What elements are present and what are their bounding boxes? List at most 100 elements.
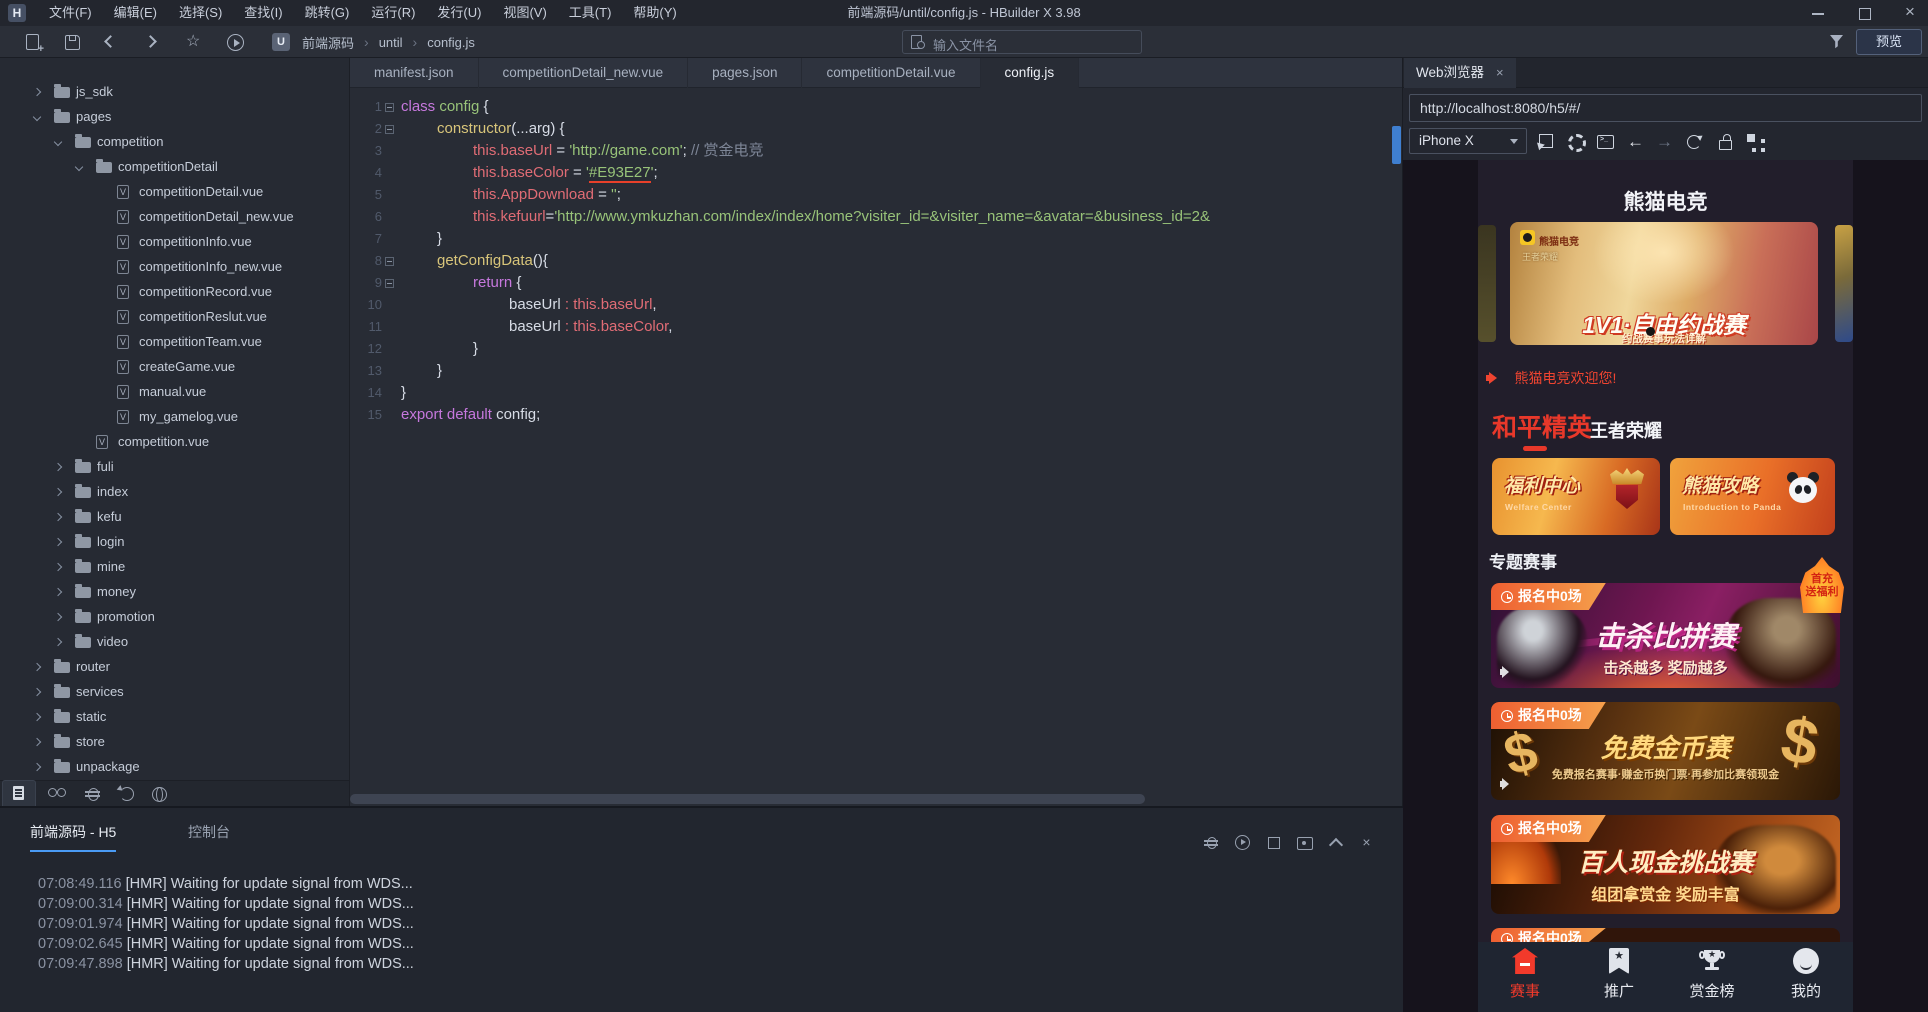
card-panda-guide[interactable]: 熊猫攻略 Introduction to Panda [1670, 458, 1835, 535]
sidebar-item-pages[interactable]: pages [0, 105, 349, 130]
sync-view-icon[interactable] [118, 785, 138, 803]
filter-funnel-icon[interactable] [1830, 35, 1843, 49]
url-input[interactable]: http://localhost:8080/h5/#/ [1409, 94, 1922, 122]
console-stop-icon[interactable] [1265, 834, 1282, 851]
console-snapshot-icon[interactable] [1296, 834, 1313, 851]
chevron-right-icon[interactable] [54, 613, 62, 621]
sidebar-item-services[interactable]: services [0, 680, 349, 705]
sidebar-item-js_sdk[interactable]: js_sdk [0, 80, 349, 105]
chevron-right-icon[interactable] [54, 538, 62, 546]
chevron-right-icon[interactable] [33, 663, 41, 671]
sidebar-item-money[interactable]: money [0, 580, 349, 605]
menu-item-运[interactable]: 运行(R) [360, 0, 426, 26]
minimize-icon[interactable] [1808, 4, 1830, 22]
sidebar-item-competitionDetail[interactable]: competitionDetail [0, 155, 349, 180]
chevron-right-icon[interactable] [54, 638, 62, 646]
console-restart-icon[interactable] [1234, 834, 1251, 851]
maximize-icon[interactable] [1854, 4, 1876, 22]
gear-icon[interactable] [1567, 133, 1585, 151]
back-icon[interactable] [104, 35, 117, 48]
console-tab-app[interactable]: 前端源码 - H5 [30, 822, 116, 842]
sidebar-item-index[interactable]: index [0, 480, 349, 505]
devtools-console-icon[interactable] [1596, 133, 1614, 151]
web-view-icon[interactable] [150, 785, 170, 803]
chevron-right-icon[interactable] [54, 563, 62, 571]
fold-marker-icon[interactable] [385, 257, 394, 266]
menu-item-帮[interactable]: 帮助(Y) [622, 0, 687, 26]
editor-vertical-scrollbar[interactable] [1392, 126, 1401, 164]
sidebar-item-router[interactable]: router [0, 655, 349, 680]
fold-marker-icon[interactable] [385, 279, 394, 288]
lock-icon[interactable] [1716, 133, 1734, 151]
sidebar-item-competitionDetail_new.vue[interactable]: VcompetitionDetail_new.vue [0, 205, 349, 230]
editor-horizontal-scrollbar[interactable] [350, 794, 1145, 804]
save-icon[interactable] [63, 33, 81, 51]
sidebar-item-mine[interactable]: mine [0, 555, 349, 580]
chevron-down-icon[interactable] [54, 138, 62, 146]
qr-grid-icon[interactable] [1746, 133, 1764, 151]
chevron-right-icon[interactable] [33, 738, 41, 746]
browser-tab[interactable]: Web浏览器× [1404, 58, 1516, 88]
sidebar-item-competitionInfo.vue[interactable]: VcompetitionInfo.vue [0, 230, 349, 255]
nav-item-推广[interactable]: 推广 [1579, 942, 1659, 1012]
code-area[interactable]: 1class config {2constructor(...arg) {3th… [350, 88, 1388, 792]
menu-item-选[interactable]: 选择(S) [168, 0, 233, 26]
card-welfare-center[interactable]: 福利中心 Welfare Center [1492, 458, 1660, 535]
device-select[interactable]: iPhone X [1409, 128, 1527, 154]
sidebar-item-store[interactable]: store [0, 730, 349, 755]
editor-tab-competitionDetail_new.vue[interactable]: competitionDetail_new.vue [479, 58, 689, 88]
sidebar-item-competitionTeam.vue[interactable]: VcompetitionTeam.vue [0, 330, 349, 355]
new-file-icon[interactable] [24, 33, 42, 51]
editor-tab-pages.json[interactable]: pages.json [688, 58, 802, 88]
nav-item-赏金榜[interactable]: 赏金榜 [1672, 942, 1752, 1012]
files-view-icon[interactable] [10, 785, 30, 803]
event-banner-partial[interactable]: 报名中0场 [1491, 928, 1840, 942]
menu-item-跳[interactable]: 跳转(G) [294, 0, 361, 26]
menu-item-工[interactable]: 工具(T) [558, 0, 623, 26]
chevron-right-icon[interactable] [33, 688, 41, 696]
sidebar-item-competition[interactable]: competition [0, 130, 349, 155]
search-view-icon[interactable] [48, 785, 68, 803]
console-tab-console[interactable]: 控制台 [188, 822, 230, 842]
sidebar-item-login[interactable]: login [0, 530, 349, 555]
breadcrumb-item[interactable]: 前端源码 [300, 33, 356, 52]
sidebar-item-createGame.vue[interactable]: VcreateGame.vue [0, 355, 349, 380]
sidebar-item-my_gamelog.vue[interactable]: Vmy_gamelog.vue [0, 405, 349, 430]
menu-item-文[interactable]: 文件(F) [38, 0, 103, 26]
sidebar-item-static[interactable]: static [0, 705, 349, 730]
menu-item-发[interactable]: 发行(U) [426, 0, 492, 26]
carousel-main-slide[interactable]: 熊猫电竞 王者荣耀 1V1·自由约战赛 约战赛事玩法详解 [1510, 222, 1818, 345]
event-banner-3[interactable]: 百人现金挑战赛组团拿赏金 奖励丰富报名中0场 [1491, 815, 1840, 914]
console-collapse-icon[interactable] [1327, 834, 1344, 851]
tab-game-hepingjingying[interactable]: 和平精英 [1492, 408, 1592, 444]
sidebar-item-manual.vue[interactable]: Vmanual.vue [0, 380, 349, 405]
browser-tab-close-icon[interactable]: × [1496, 65, 1504, 80]
sidebar-item-competitionDetail.vue[interactable]: VcompetitionDetail.vue [0, 180, 349, 205]
sidebar-item-promotion[interactable]: promotion [0, 605, 349, 630]
chevron-right-icon[interactable] [54, 588, 62, 596]
event-banner-1[interactable]: 击杀比拼赛击杀越多 奖励越多报名中0场首充送福利 [1491, 583, 1840, 688]
run-icon[interactable] [227, 33, 245, 51]
sidebar-item-video[interactable]: video [0, 630, 349, 655]
sidebar-item-fuli[interactable]: fuli [0, 455, 349, 480]
bookmark-star-icon[interactable]: ☆ [186, 33, 204, 51]
nav-forward-icon[interactable]: → [1656, 133, 1674, 151]
editor-tab-competitionDetail.vue[interactable]: competitionDetail.vue [802, 58, 980, 88]
sidebar-item-kefu[interactable]: kefu [0, 505, 349, 530]
forward-icon[interactable] [144, 35, 157, 48]
refresh-icon[interactable] [1685, 133, 1703, 151]
chevron-right-icon[interactable] [54, 488, 62, 496]
sidebar-item-competitionInfo_new.vue[interactable]: VcompetitionInfo_new.vue [0, 255, 349, 280]
banner-carousel[interactable]: 熊猫电竞 王者荣耀 1V1·自由约战赛 约战赛事玩法详解 [1478, 222, 1853, 345]
menu-item-编[interactable]: 编辑(E) [103, 0, 168, 26]
chevron-right-icon[interactable] [54, 463, 62, 471]
event-banner-2[interactable]: $$免费金币赛免费报名赛事·赚金币换门票·再参加比赛领现金报名中0场 [1491, 702, 1840, 800]
preview-button[interactable]: 预览 [1856, 29, 1922, 55]
chevron-right-icon[interactable] [33, 763, 41, 771]
breadcrumb-item[interactable]: until [377, 35, 405, 50]
editor-tab-manifest.json[interactable]: manifest.json [350, 58, 479, 88]
close-icon[interactable] [1900, 4, 1922, 22]
search-input[interactable]: 输入文件名 [902, 30, 1142, 54]
debug-view-icon[interactable] [84, 785, 104, 803]
chevron-right-icon[interactable] [54, 513, 62, 521]
